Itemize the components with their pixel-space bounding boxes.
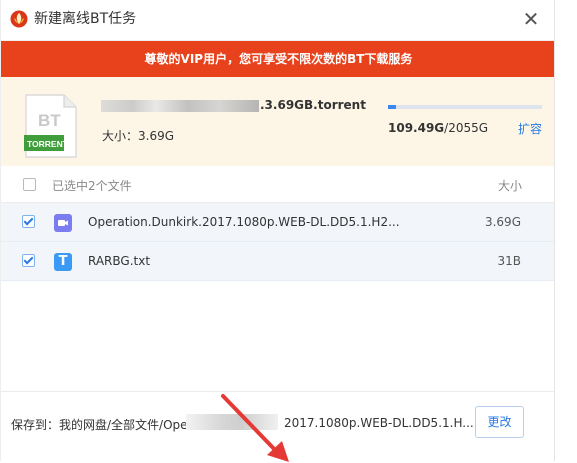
file-name: RARBG.txt xyxy=(88,254,151,268)
file-checkbox[interactable] xyxy=(22,215,35,228)
annotation-arrow-icon xyxy=(221,394,289,462)
quota-total: /2055G xyxy=(444,121,489,135)
redacted-name-blur xyxy=(101,100,259,112)
change-path-button[interactable]: 更改 xyxy=(475,406,524,438)
select-all-checkbox[interactable] xyxy=(23,178,36,191)
torrent-file-name: .3.69GB.torrent xyxy=(260,98,366,112)
torrent-icon-bt-text: BT xyxy=(38,111,61,130)
torrent-size: 大小：3.69G xyxy=(102,129,175,143)
expand-storage-link[interactable]: 扩容 xyxy=(518,120,542,137)
torrent-info-panel: BT TORRENT .3.69GB.torrent 大小：3.69G 109.… xyxy=(1,77,554,167)
selected-count-label: 已选中2个文件 xyxy=(52,179,132,193)
save-path-label: 保存到：我的网盘/全部文件/Operatic xyxy=(11,418,215,432)
torrent-icon-label: TORRENT xyxy=(27,139,69,149)
file-name: Operation.Dunkirk.2017.1080p.WEB-DL.DD5.… xyxy=(88,215,400,229)
vip-banner: 尊敬的VIP用户，您可享受不限次数的BT下载服务 xyxy=(1,41,554,77)
file-checkbox[interactable] xyxy=(22,254,35,267)
quota-used: 109.49G xyxy=(388,121,445,135)
file-list-header: 已选中2个文件 大小 xyxy=(1,166,554,203)
size-column-header: 大小 xyxy=(498,179,523,193)
storage-quota-text: 109.49G/2055G xyxy=(388,121,488,135)
file-size: 3.69G xyxy=(484,215,521,229)
storage-quota-bar xyxy=(388,105,542,109)
close-button[interactable]: ✕ xyxy=(520,8,542,30)
file-row[interactable]: Operation.Dunkirk.2017.1080p.WEB-DL.DD5.… xyxy=(1,203,554,242)
app-logo-icon xyxy=(10,10,28,28)
text-file-icon: T xyxy=(54,253,72,271)
video-file-icon xyxy=(54,214,72,232)
file-row[interactable]: T RARBG.txt 31B xyxy=(1,242,554,281)
file-size: 31B xyxy=(497,254,521,268)
title-bar: 新建离线BT任务 ✕ xyxy=(1,0,554,41)
dialog-title: 新建离线BT任务 xyxy=(34,11,137,27)
storage-quota-fill xyxy=(388,105,397,109)
torrent-file-icon: BT TORRENT xyxy=(24,94,77,158)
